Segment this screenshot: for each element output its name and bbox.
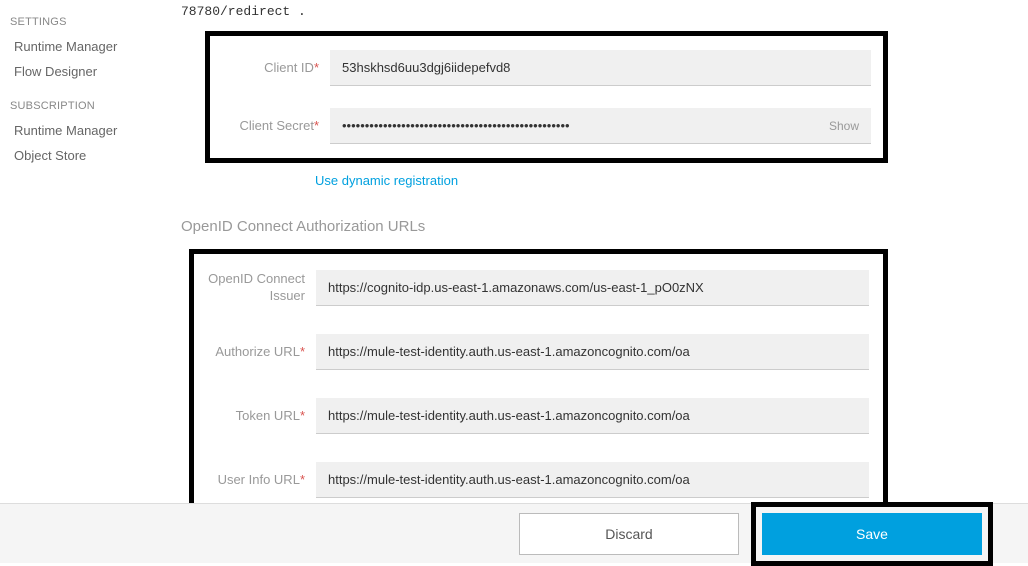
- client-credentials-box: Client ID* Client Secret* Show: [205, 31, 888, 163]
- client-secret-label: Client Secret*: [222, 118, 322, 135]
- sidebar-section-settings: SETTINGS: [0, 10, 140, 34]
- authorize-url-label: Authorize URL*: [208, 344, 308, 361]
- dynamic-registration-link[interactable]: Use dynamic registration: [315, 173, 458, 188]
- sidebar: SETTINGS Runtime Manager Flow Designer S…: [0, 0, 140, 178]
- userinfo-url-label: User Info URL*: [208, 472, 308, 489]
- token-url-input[interactable]: [328, 408, 857, 423]
- urls-box: OpenID Connect Issuer Authorize URL* Tok…: [189, 249, 888, 519]
- client-secret-input[interactable]: [342, 118, 829, 133]
- show-secret-link[interactable]: Show: [829, 119, 859, 133]
- footer: Discard Save: [0, 503, 1028, 563]
- sidebar-section-subscription: SUBSCRIPTION: [0, 94, 140, 118]
- client-id-input[interactable]: [342, 60, 859, 75]
- urls-section-title: OpenID Connect Authorization URLs: [181, 218, 1008, 235]
- save-highlight-box: Save: [751, 502, 993, 566]
- main-content: 78780/redirect . Client ID* Client Secre…: [145, 0, 1028, 503]
- authorize-url-input[interactable]: [328, 344, 857, 359]
- redirect-code: 78780/redirect .: [181, 0, 1008, 23]
- sidebar-item-runtime-manager-sub[interactable]: Runtime Manager: [0, 118, 140, 143]
- userinfo-url-input[interactable]: [328, 472, 857, 487]
- sidebar-item-object-store[interactable]: Object Store: [0, 143, 140, 168]
- sidebar-item-runtime-manager[interactable]: Runtime Manager: [0, 34, 140, 59]
- discard-button[interactable]: Discard: [519, 513, 739, 555]
- issuer-input[interactable]: [328, 280, 857, 295]
- sidebar-item-flow-designer[interactable]: Flow Designer: [0, 59, 140, 84]
- save-button[interactable]: Save: [762, 513, 982, 555]
- token-url-label: Token URL*: [208, 408, 308, 425]
- issuer-label: OpenID Connect Issuer: [208, 271, 308, 305]
- client-id-label: Client ID*: [222, 60, 322, 77]
